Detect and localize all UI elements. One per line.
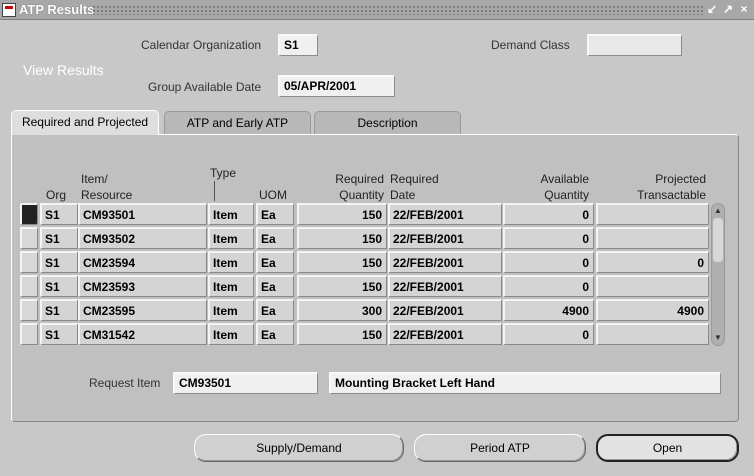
- row-selector[interactable]: [20, 227, 38, 249]
- view-results-label: View Results: [23, 62, 104, 78]
- period-atp-button[interactable]: Period ATP: [414, 434, 586, 462]
- cell-org[interactable]: S1: [40, 299, 78, 321]
- request-item-field[interactable]: CM93501: [173, 372, 318, 394]
- cell-avail-qty[interactable]: 0: [503, 227, 594, 249]
- cell-req-date[interactable]: 22/FEB/2001: [388, 251, 502, 273]
- cell-req-date[interactable]: 22/FEB/2001: [388, 299, 502, 321]
- supply-demand-button[interactable]: Supply/Demand: [194, 434, 404, 462]
- scroll-up-icon[interactable]: ▲: [712, 205, 724, 217]
- close-icon[interactable]: ×: [738, 2, 750, 16]
- tab-atp-early-atp[interactable]: ATP and Early ATP: [164, 111, 311, 135]
- col-header-req-qty-line1: Required: [335, 172, 384, 186]
- cell-item[interactable]: CM31542: [78, 323, 207, 345]
- cell-req-date[interactable]: 22/FEB/2001: [388, 203, 502, 225]
- title-bar: ATP Results ↙ ↗ ×: [0, 0, 754, 20]
- cell-item[interactable]: CM93502: [78, 227, 207, 249]
- col-header-item-line2: Resource: [81, 188, 133, 202]
- cell-item[interactable]: CM23595: [78, 299, 207, 321]
- row-selector[interactable]: [20, 203, 38, 225]
- row-selector[interactable]: [20, 299, 38, 321]
- type-divider: [214, 181, 215, 201]
- col-header-uom: UOM: [259, 188, 287, 202]
- cell-org[interactable]: S1: [40, 323, 78, 345]
- col-header-item-line1: Item/: [81, 172, 108, 186]
- cell-uom[interactable]: Ea: [256, 323, 294, 345]
- cell-item[interactable]: CM23593: [78, 275, 207, 297]
- col-header-projected-line1: Projected: [655, 172, 706, 186]
- tab-required-projected[interactable]: Required and Projected: [11, 110, 159, 135]
- demand-class-label: Demand Class: [491, 38, 570, 52]
- demand-class-field[interactable]: [587, 34, 682, 56]
- cell-uom[interactable]: Ea: [256, 203, 294, 225]
- cell-projected[interactable]: [596, 323, 709, 345]
- row-selector[interactable]: [20, 275, 38, 297]
- cell-item[interactable]: CM23594: [78, 251, 207, 273]
- request-item-description[interactable]: Mounting Bracket Left Hand: [329, 372, 721, 394]
- request-item-label: Request Item: [89, 376, 161, 390]
- col-header-req-date-line2: Date: [390, 188, 416, 202]
- group-date-label: Group Available Date: [148, 80, 262, 94]
- cell-avail-qty[interactable]: 0: [503, 275, 594, 297]
- cell-req-qty[interactable]: 300: [297, 299, 387, 321]
- cell-avail-qty[interactable]: 0: [503, 323, 594, 345]
- cell-type[interactable]: Item: [208, 251, 254, 273]
- col-header-org: Org: [46, 188, 67, 202]
- cell-org[interactable]: S1: [40, 275, 78, 297]
- tab-description[interactable]: Description: [314, 111, 461, 135]
- cell-req-qty[interactable]: 150: [297, 251, 387, 273]
- row-selector[interactable]: [20, 323, 38, 345]
- window-title: ATP Results: [19, 2, 95, 17]
- cell-org[interactable]: S1: [40, 227, 78, 249]
- cell-projected[interactable]: [596, 203, 709, 225]
- cell-type[interactable]: Item: [208, 227, 254, 249]
- cell-item[interactable]: CM93501: [78, 203, 207, 225]
- open-button[interactable]: Open: [596, 434, 739, 462]
- cell-uom[interactable]: Ea: [256, 299, 294, 321]
- table-scrollbar[interactable]: ▲ ▼: [711, 203, 725, 346]
- cell-req-qty[interactable]: 150: [297, 323, 387, 345]
- scroll-thumb[interactable]: [713, 218, 723, 262]
- cell-avail-qty[interactable]: 4900: [503, 299, 594, 321]
- col-header-avail-line2: Quantity: [544, 188, 589, 202]
- cell-org[interactable]: S1: [40, 203, 78, 225]
- title-bar-pattern: [92, 5, 704, 15]
- cell-projected[interactable]: [596, 275, 709, 297]
- col-header-req-qty-line2: Quantity: [339, 188, 384, 202]
- cell-type[interactable]: Item: [208, 275, 254, 297]
- cell-avail-qty[interactable]: 0: [503, 203, 594, 225]
- maximize-icon[interactable]: ↗: [722, 2, 734, 16]
- cell-type[interactable]: Item: [208, 203, 254, 225]
- cell-req-qty[interactable]: 150: [297, 227, 387, 249]
- col-header-type: Type: [210, 166, 237, 180]
- oracle-app-icon: [2, 3, 16, 17]
- window-controls: ↙ ↗ ×: [706, 2, 750, 16]
- cell-req-date[interactable]: 22/FEB/2001: [388, 323, 502, 345]
- cell-req-date[interactable]: 22/FEB/2001: [388, 275, 502, 297]
- cell-projected[interactable]: [596, 227, 709, 249]
- cell-avail-qty[interactable]: 0: [503, 251, 594, 273]
- cell-req-qty[interactable]: 150: [297, 203, 387, 225]
- minimize-icon[interactable]: ↙: [706, 2, 718, 16]
- cell-type[interactable]: Item: [208, 299, 254, 321]
- col-header-avail-line1: Available: [540, 172, 589, 186]
- cell-projected[interactable]: 4900: [596, 299, 709, 321]
- cell-req-date[interactable]: 22/FEB/2001: [388, 227, 502, 249]
- cell-projected[interactable]: 0: [596, 251, 709, 273]
- cell-uom[interactable]: Ea: [256, 275, 294, 297]
- col-header-req-date-line1: Required: [390, 172, 439, 186]
- calendar-org-label: Calendar Organization: [141, 38, 262, 52]
- scroll-down-icon[interactable]: ▼: [712, 332, 724, 344]
- cell-uom[interactable]: Ea: [256, 251, 294, 273]
- group-date-field[interactable]: 05/APR/2001: [278, 75, 395, 97]
- calendar-org-field[interactable]: S1: [278, 34, 318, 56]
- cell-req-qty[interactable]: 150: [297, 275, 387, 297]
- cell-uom[interactable]: Ea: [256, 227, 294, 249]
- cell-org[interactable]: S1: [40, 251, 78, 273]
- row-selector[interactable]: [20, 251, 38, 273]
- cell-type[interactable]: Item: [208, 323, 254, 345]
- col-header-projected-line2: Transactable: [637, 188, 706, 202]
